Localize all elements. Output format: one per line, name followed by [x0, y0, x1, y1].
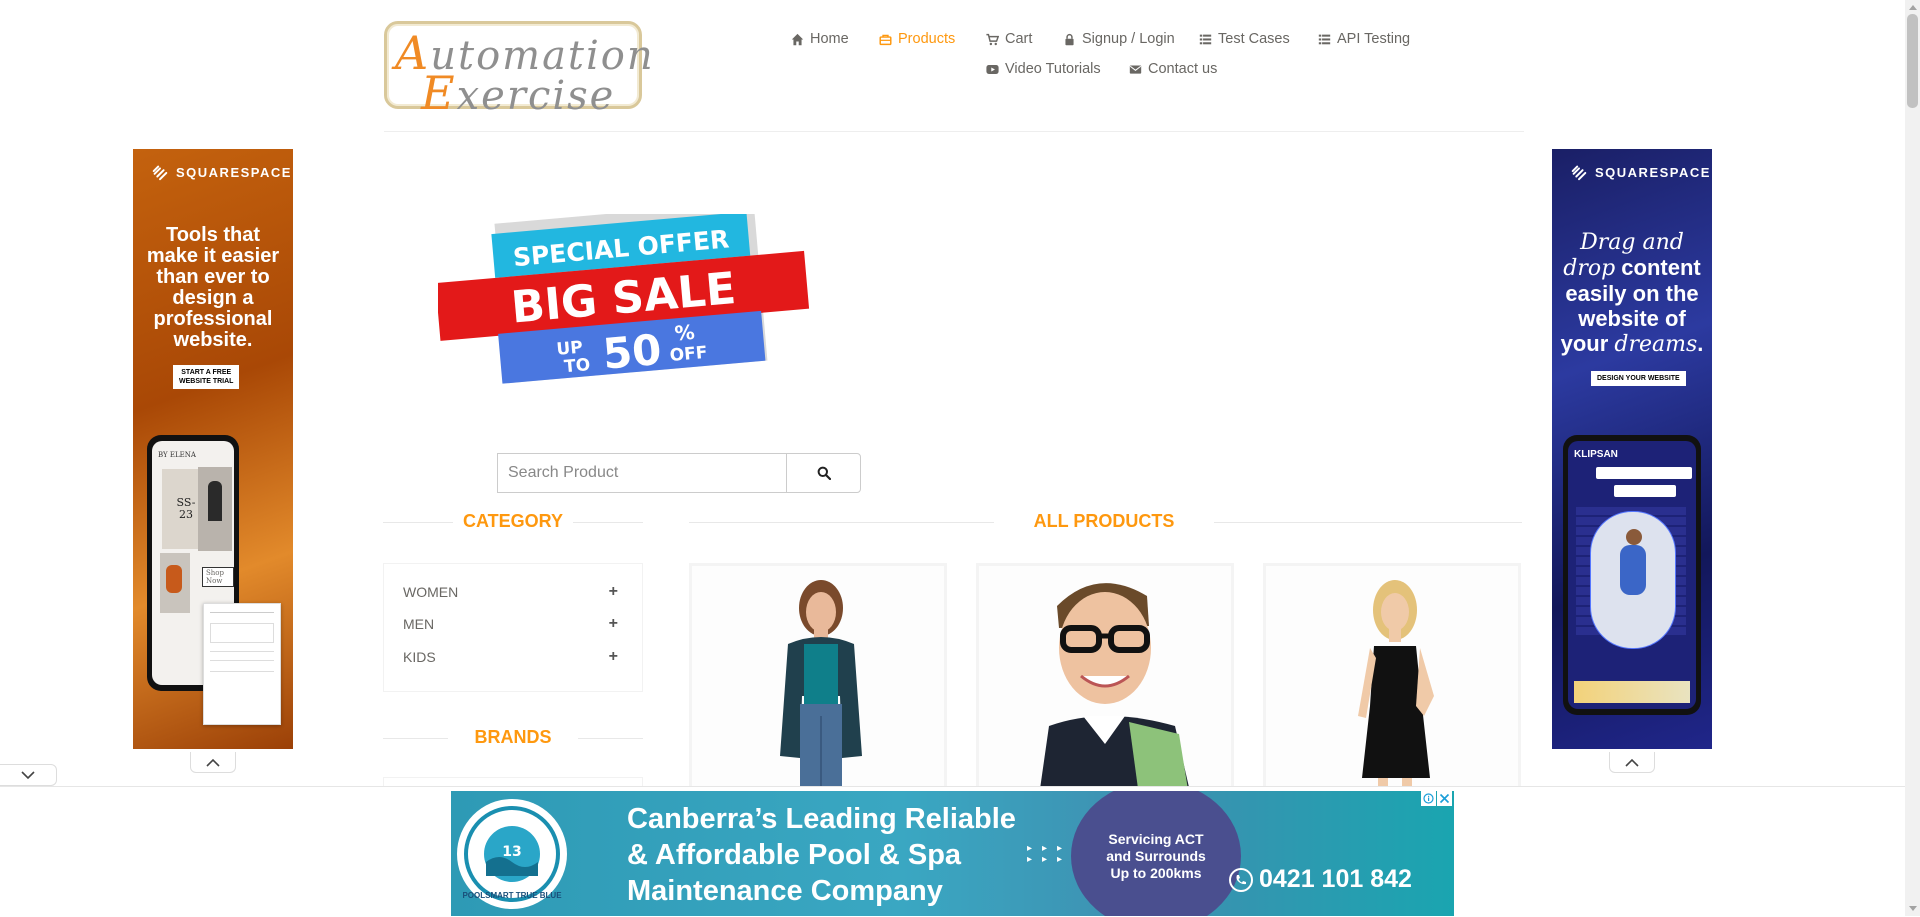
bottom-ad-headline: Canberra’s Leading Reliable & Affordable… — [627, 803, 1016, 907]
lock-icon — [1065, 33, 1074, 45]
svg-text:13: 13 — [502, 844, 521, 860]
chevron-down-icon — [21, 770, 35, 779]
nav-home-label: Home — [810, 31, 849, 47]
nav-cart[interactable]: Cart — [986, 31, 1032, 47]
phone-brand-text: KLIPSAN — [1574, 449, 1618, 460]
plus-icon[interactable]: + — [609, 615, 618, 633]
nav-home[interactable]: Home — [791, 31, 849, 47]
ad-choices-icon[interactable] — [1421, 791, 1436, 806]
category-title: CATEGORY — [462, 511, 563, 531]
nav-products[interactable]: Products — [879, 31, 955, 47]
special-offer-banner: SPECIAL OFFER BIG SALE UP TO 50 % OFF — [438, 214, 810, 384]
nav-contact-us[interactable]: Contact us — [1129, 61, 1217, 77]
poolsmart-badge-icon: 13 — [464, 806, 560, 902]
product-image-man-tshirt — [979, 566, 1231, 790]
chevron-up-icon — [206, 758, 220, 767]
nav-signup-login-label: Signup / Login — [1082, 31, 1175, 47]
nav-video-tutorials[interactable]: Video Tutorials — [986, 61, 1101, 77]
scrollbar-thumb[interactable] — [1907, 14, 1918, 108]
phone-shop-now-button: Shop Now — [202, 567, 234, 587]
brands-title: BRANDS — [474, 727, 552, 747]
envelope-icon — [1129, 64, 1142, 74]
left-ad-editor-panel — [203, 603, 281, 725]
product-card[interactable] — [1263, 563, 1521, 793]
left-ad-copy: Tools that make it easier than ever to d… — [146, 224, 280, 351]
right-ad-copy: Drag and drop content easily on the webs… — [1560, 230, 1704, 357]
products-title-line-right — [1214, 522, 1522, 523]
home-icon — [791, 33, 804, 45]
category-item-women[interactable]: WOMEN + — [403, 583, 618, 601]
product-card[interactable] — [689, 563, 947, 793]
plus-icon[interactable]: + — [609, 583, 618, 601]
nav-api-testing[interactable]: API Testing — [1318, 31, 1410, 47]
sale-to-text: TO — [563, 355, 591, 377]
bottom-ad-phone-number: 0421 101 842 — [1229, 865, 1412, 894]
phone-brand-text: BY ELENA — [158, 451, 196, 459]
page-scrollbar[interactable] — [1905, 0, 1920, 916]
brands-title-line-left — [383, 738, 448, 739]
search-icon — [817, 466, 831, 480]
list-icon — [1318, 34, 1331, 44]
bottom-ad-service-bubble: Servicing ACT and Surrounds Up to 200kms — [1071, 791, 1241, 916]
brands-title-line-right — [578, 738, 643, 739]
right-ad-collapse-button[interactable] — [1609, 752, 1655, 773]
logo-line-2: Exercise — [421, 66, 616, 120]
header-divider — [384, 131, 1524, 132]
left-side-ad[interactable]: SQUARESPACE Tools that make it easier th… — [133, 149, 293, 749]
design-your-website-button[interactable]: DESIGN YOUR WEBSITE — [1591, 371, 1686, 386]
right-side-ad[interactable]: SQUARESPACE Drag and drop content easily… — [1552, 149, 1712, 749]
poolsmart-logo: 13 POOLSMART TRUE BLUE — [457, 799, 567, 909]
product-card[interactable] — [976, 563, 1234, 793]
category-title-line-right — [573, 522, 643, 523]
category-item-kids[interactable]: KIDS + — [403, 648, 618, 666]
list-icon — [1199, 34, 1212, 44]
squarespace-logo: SQUARESPACE — [151, 163, 292, 181]
left-ad-collapse-button[interactable] — [190, 752, 236, 773]
phone-promo-text: SS-23 — [176, 496, 196, 521]
shopping-bag-icon — [879, 34, 892, 45]
scroll-up-arrow-icon[interactable] — [1905, 0, 1920, 14]
squarespace-logo: SQUARESPACE — [1570, 163, 1711, 181]
nav-signup-login[interactable]: Signup / Login — [1063, 31, 1175, 47]
category-panel: WOMEN + MEN + KIDS + — [383, 563, 643, 692]
product-image-woman-cardigan — [692, 566, 944, 790]
bottom-ad-collapse-button[interactable] — [0, 764, 57, 786]
ad-close-icon[interactable] — [1437, 791, 1452, 806]
plus-icon[interactable]: + — [609, 648, 618, 666]
nav-test-cases-label: Test Cases — [1218, 31, 1290, 47]
category-item-men[interactable]: MEN + — [403, 615, 618, 633]
cart-icon — [986, 33, 999, 45]
category-title-line-left — [383, 522, 453, 523]
youtube-play-icon — [986, 64, 999, 74]
all-products-title: ALL PRODUCTS — [1033, 511, 1175, 531]
squarespace-icon — [152, 165, 168, 181]
nav-test-cases[interactable]: Test Cases — [1199, 31, 1290, 47]
sale-off-text: OFF — [669, 343, 708, 366]
chevron-up-icon — [1625, 758, 1639, 767]
phone-icon — [1229, 867, 1253, 892]
nav-video-tutorials-label: Video Tutorials — [1005, 61, 1101, 77]
search-button[interactable] — [786, 453, 861, 493]
search-product-input[interactable] — [497, 453, 787, 493]
scroll-down-arrow-icon[interactable] — [1905, 902, 1920, 916]
site-logo[interactable]: Automation Exercise — [384, 21, 653, 120]
sale-percent-sign: % — [674, 320, 696, 346]
right-ad-phone-mockup: KLIPSAN — [1563, 435, 1701, 715]
sale-percent-text: 50 — [601, 325, 664, 379]
squarespace-icon — [1571, 165, 1587, 181]
products-title-line-left — [689, 522, 994, 523]
bottom-banner-ad[interactable]: 13 POOLSMART TRUE BLUE Canberra’s Leadin… — [451, 791, 1454, 916]
nav-cart-label: Cart — [1005, 31, 1033, 47]
nav-products-label: Products — [898, 31, 956, 47]
product-image-woman-black-dress — [1266, 566, 1518, 790]
start-free-trial-button[interactable]: START A FREE WEBSITE TRIAL — [173, 365, 240, 389]
nav-contact-us-label: Contact us — [1148, 61, 1218, 77]
nav-api-testing-label: API Testing — [1337, 31, 1411, 47]
